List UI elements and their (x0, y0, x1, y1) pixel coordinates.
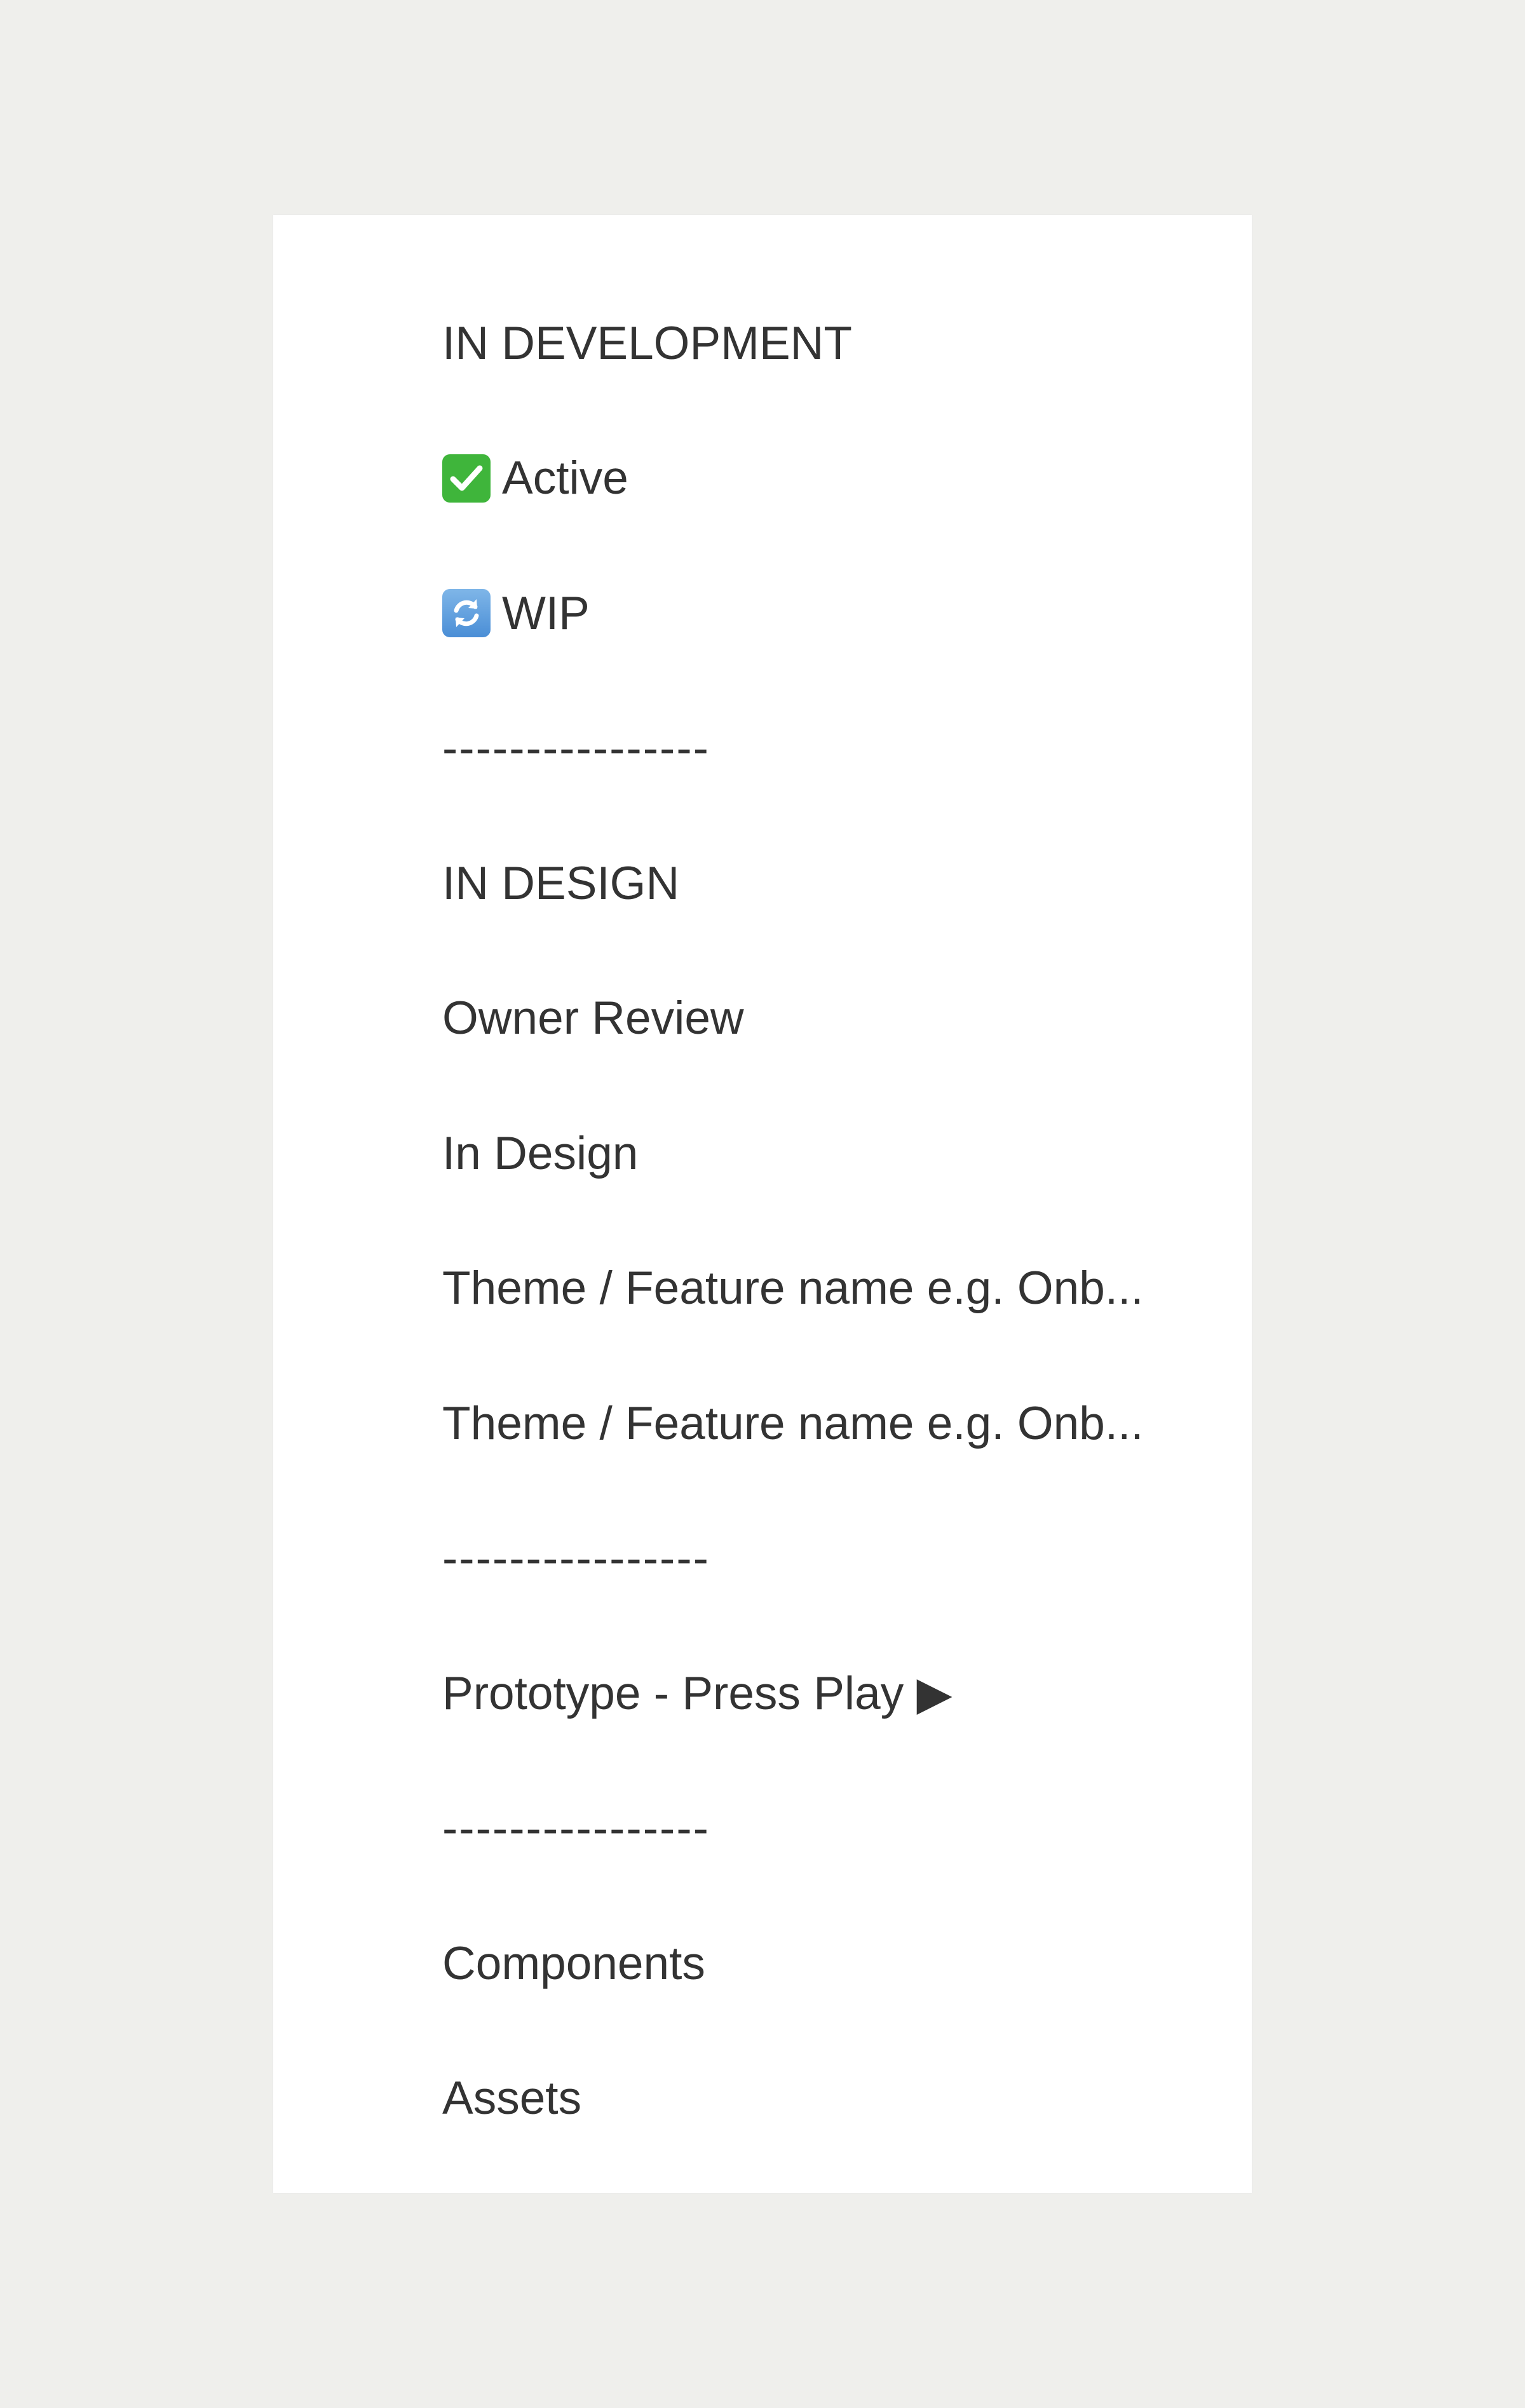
page-item-owner-review[interactable]: Owner Review (442, 951, 1201, 1086)
page-label: In Design (442, 1127, 639, 1179)
page-item-prototype[interactable]: Prototype - Press Play ▶ (442, 1626, 1201, 1761)
page-item-assets[interactable]: Assets (442, 2031, 1201, 2167)
page-label: Assets (442, 2073, 582, 2125)
check-mark-emoji-icon (442, 454, 491, 503)
page-label: ---------------- (442, 1803, 710, 1855)
refresh-emoji-icon (442, 589, 491, 638)
page-label: Theme / Feature name e.g. Onb... (442, 1397, 1144, 1449)
page-item-divider[interactable]: ---------------- (442, 1761, 1201, 1897)
page-label: IN DESIGN (442, 857, 680, 909)
page-label: Owner Review (442, 992, 744, 1045)
pages-panel: IN DEVELOPMENT Active WIP --------------… (273, 215, 1252, 2193)
page-item-in-design[interactable]: In Design (442, 1086, 1201, 1221)
page-list: IN DEVELOPMENT Active WIP --------------… (442, 276, 1201, 2166)
page-item-components[interactable]: Components (442, 1896, 1201, 2031)
page-label: WIP (502, 587, 590, 639)
page-item-theme-feature[interactable]: Theme / Feature name e.g. Onb... (442, 1356, 1201, 1491)
page-item-wip[interactable]: WIP (442, 546, 1201, 681)
page-label: Theme / Feature name e.g. Onb... (442, 1262, 1144, 1315)
page-label: ---------------- (442, 1532, 710, 1585)
page-item-theme-feature[interactable]: Theme / Feature name e.g. Onb... (442, 1221, 1201, 1356)
page-label: Active (502, 452, 628, 504)
page-item-in-development[interactable]: IN DEVELOPMENT (442, 276, 1201, 411)
page-label: ---------------- (442, 722, 710, 774)
page-item-divider[interactable]: ---------------- (442, 681, 1201, 816)
page-item-active[interactable]: Active (442, 411, 1201, 546)
page-label: Components (442, 1937, 705, 1989)
page-item-divider[interactable]: ---------------- (442, 1491, 1201, 1627)
page-item-in-design-heading[interactable]: IN DESIGN (442, 816, 1201, 951)
page-label: Prototype - Press Play ▶ (442, 1667, 952, 1719)
page-label: IN DEVELOPMENT (442, 317, 852, 369)
